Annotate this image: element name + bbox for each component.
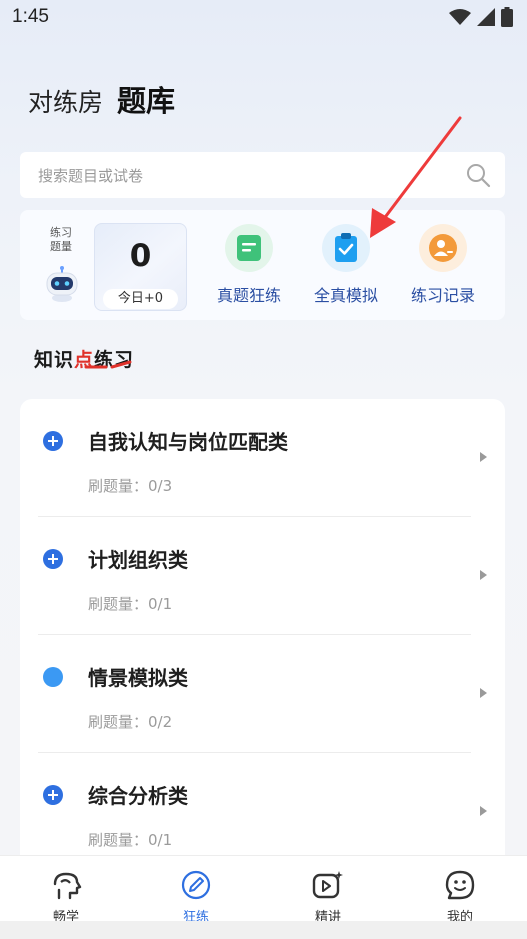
page-header: 对练房 题库: [28, 78, 175, 120]
annotation-arrow-icon: [370, 116, 462, 238]
search-placeholder: 搜索题目或试卷: [38, 167, 144, 185]
system-nav-bar: [0, 921, 527, 939]
action-label: 练习记录: [410, 286, 475, 305]
section-title-part: 知识: [34, 349, 75, 371]
clipboard-check-icon: [335, 233, 357, 262]
topic-name: 综合分析类: [88, 784, 188, 808]
topic-name: 情景模拟类: [88, 666, 188, 690]
topic-name: 计划组织类: [88, 548, 188, 572]
chevron-right-icon: [480, 688, 487, 698]
smile-icon: [445, 870, 475, 900]
dot-icon: [43, 667, 63, 687]
today-count-badge: 今日+0: [103, 289, 178, 309]
topic-item[interactable]: 综合分析类 刷题量：0/1: [20, 753, 505, 859]
brain-icon: [53, 872, 82, 900]
topic-item[interactable]: 情景模拟类 刷题量：0/2: [20, 635, 505, 753]
real-exam-practice-button[interactable]: 真题狂练: [201, 224, 297, 308]
topic-list: 自我认知与岗位匹配类 刷题量：0/3 计划组织类 刷题量：0/1 情景模拟类 刷…: [20, 399, 505, 859]
page-title: 题库: [117, 84, 176, 118]
tab-practice[interactable]: 狂练: [156, 870, 236, 925]
topic-item[interactable]: 自我认知与岗位匹配类 刷题量：0/3: [20, 399, 505, 517]
signal-icon: [477, 8, 495, 26]
topic-progress: 刷题量：0/1: [88, 831, 173, 849]
plus-circle-icon[interactable]: [43, 431, 63, 451]
robot-mascot-icon: [46, 266, 78, 302]
document-icon: [237, 235, 261, 261]
topic-progress: 刷题量：0/3: [88, 477, 173, 495]
section-title-underline-icon: [84, 360, 132, 369]
plus-circle-icon[interactable]: [43, 549, 63, 569]
pen-icon: [181, 870, 211, 900]
chevron-right-icon: [480, 452, 487, 462]
section-title: 知识点练习: [34, 345, 134, 372]
action-circle: [225, 224, 273, 272]
wifi-icon: [449, 9, 471, 25]
status-icons: [449, 6, 513, 28]
status-time: 1:45: [12, 6, 49, 27]
bottom-tab-bar: 畅学 狂练 精讲 我的: [0, 855, 527, 925]
topic-item[interactable]: 计划组织类 刷题量：0/1: [20, 517, 505, 635]
tab-learn[interactable]: 畅学: [26, 870, 106, 925]
chevron-right-icon: [480, 570, 487, 580]
action-label: 真题狂练: [216, 286, 281, 305]
status-bar: 1:45: [0, 0, 527, 36]
topic-progress: 刷题量：0/2: [88, 713, 173, 731]
brand-name: 对练房: [28, 88, 104, 117]
battery-icon: [501, 7, 513, 27]
practice-count-card[interactable]: 0 今日+0: [94, 223, 187, 311]
practice-label: 练习题量: [50, 226, 72, 253]
tab-lecture[interactable]: 精讲: [288, 870, 368, 925]
action-label: 全真模拟: [313, 286, 378, 305]
plus-circle-icon[interactable]: [43, 785, 63, 805]
tab-mine[interactable]: 我的: [420, 870, 500, 925]
practice-count: 0: [129, 238, 152, 274]
chevron-right-icon: [480, 806, 487, 816]
topic-progress: 刷题量：0/1: [88, 595, 173, 613]
topic-name: 自我认知与岗位匹配类: [88, 430, 288, 454]
video-icon: [312, 871, 343, 899]
